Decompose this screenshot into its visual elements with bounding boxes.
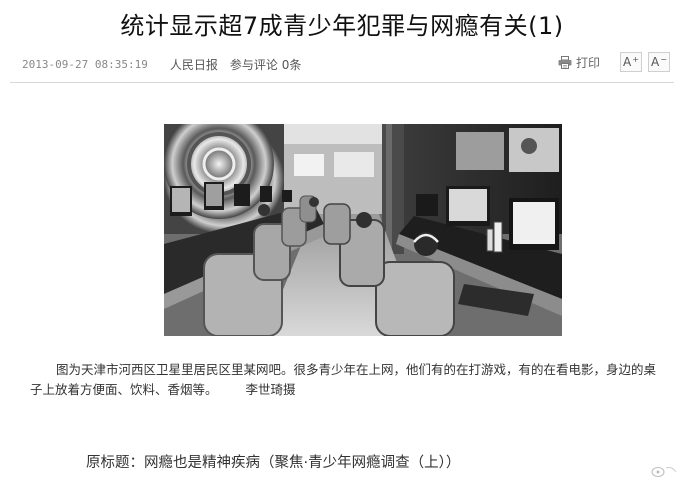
original-title: 原标题：网瘾也是精神疾病（聚焦·青少年网瘾调查（上）） (86, 455, 461, 471)
internet-cafe-photo (164, 124, 562, 336)
comments-count: 0条 (281, 57, 302, 72)
caption-text: 图为天津市河西区卫星里居民区里某网吧。很多青少年在上网，他们有的在打游戏，有的在… (30, 362, 657, 397)
article-tools: 打印 A + A − (558, 52, 670, 72)
article-title: 统计显示超7成青少年犯罪与网瘾有关(1) (120, 12, 564, 40)
publish-date: 2013-09-27 08:35:19 (22, 57, 148, 71)
header-divider (10, 82, 674, 83)
photo-credit: 李世琦摄 (245, 382, 296, 397)
comments-label: 参与评论 (229, 57, 278, 72)
font-increase-label: A (623, 55, 632, 69)
photo-caption: 图为天津市河西区卫星里居民区里某网吧。很多青少年在上网，他们有的在打游戏，有的在… (30, 360, 660, 400)
font-increase-mark: + (632, 54, 639, 64)
print-label: 打印 (575, 55, 600, 70)
font-decrease-mark: − (660, 54, 667, 64)
source-link[interactable]: 人民日报 (170, 56, 218, 73)
article-photo (164, 124, 562, 336)
watermark-logo (651, 467, 677, 477)
print-button[interactable]: 打印 (558, 54, 600, 71)
printer-icon (558, 55, 572, 69)
font-decrease-button[interactable]: A − (648, 52, 670, 72)
article-meta: 2013-09-27 08:35:19 人民日报 参与评论 0条 (22, 54, 301, 74)
font-increase-button[interactable]: A + (620, 52, 642, 72)
font-decrease-label: A (651, 55, 660, 69)
comments-link[interactable]: 参与评论 0条 (230, 56, 301, 73)
